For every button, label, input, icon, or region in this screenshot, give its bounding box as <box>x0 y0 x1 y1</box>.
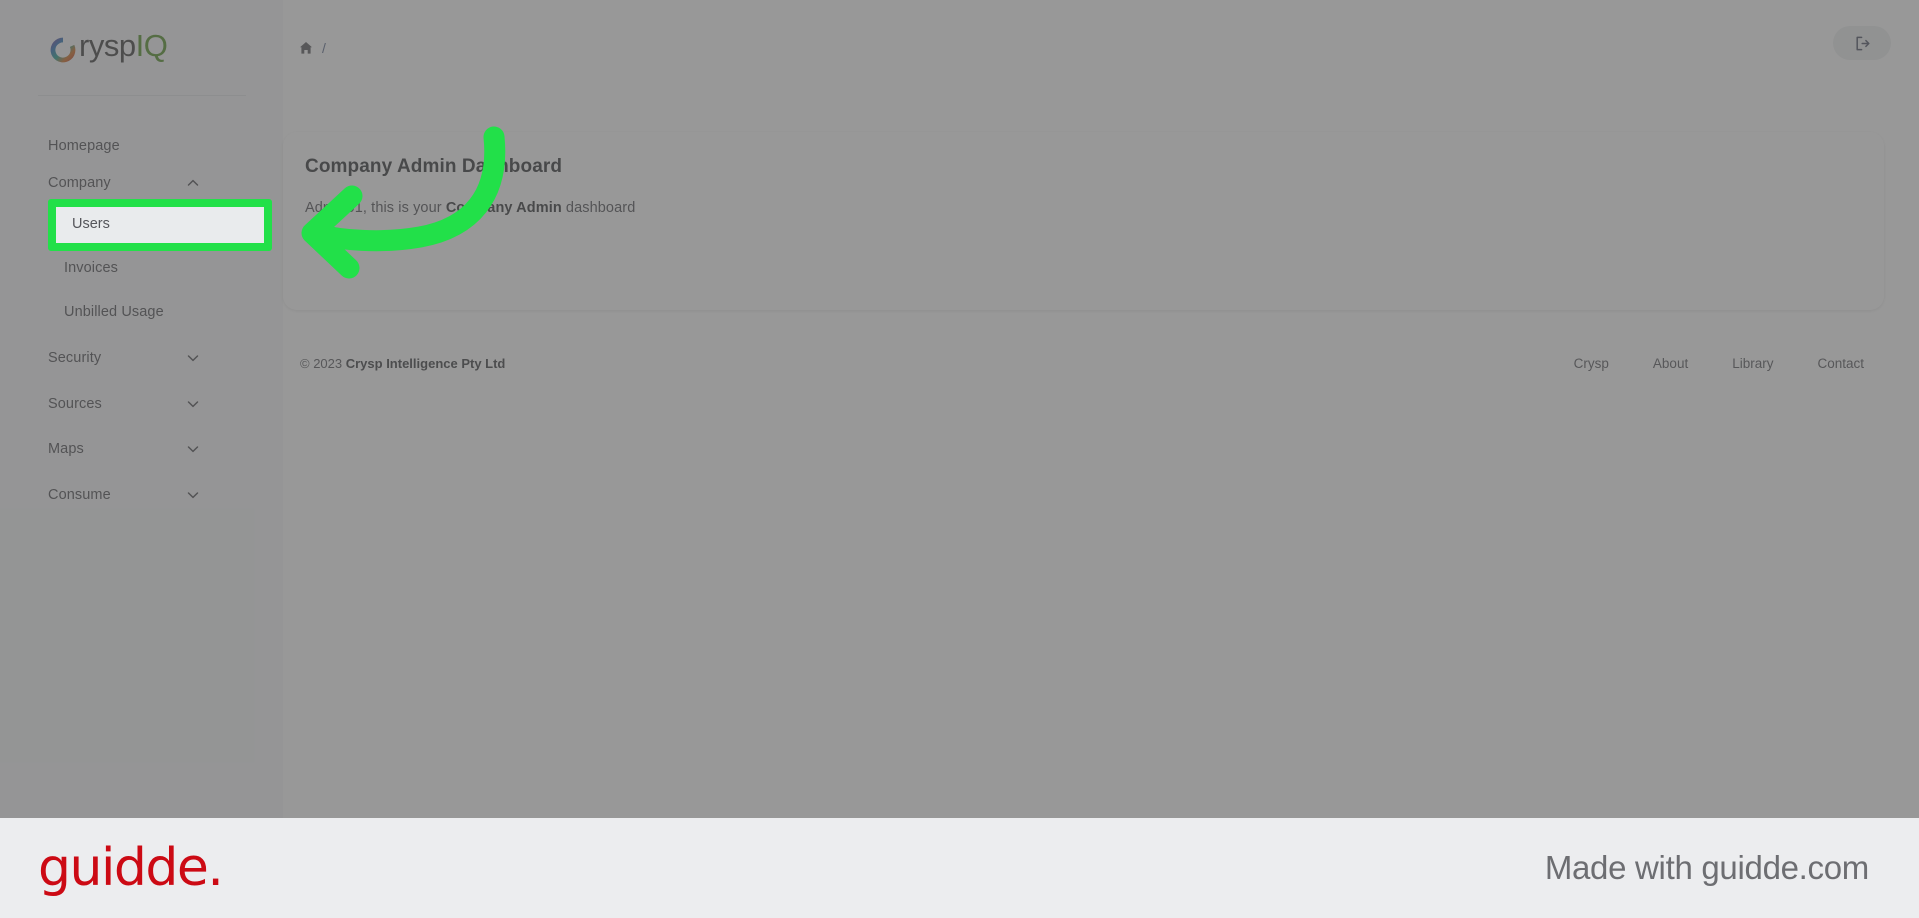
dashboard-card: Company Admin Dashboard Admin01, this is… <box>283 132 1884 310</box>
greeting-prefix: Admin01, this is your <box>305 200 446 216</box>
sidebar-item-label: Users <box>64 217 103 233</box>
curved-arrow-left-icon <box>301 126 506 279</box>
guidde-annotation-layer: Users <box>0 0 1919 818</box>
footer-link-contact[interactable]: Contact <box>1817 356 1864 371</box>
guidde-footer-banner: guidde. Made with guidde.com <box>0 818 1919 918</box>
chevron-down-icon <box>187 352 199 364</box>
sidebar-item-label: Sources <box>48 396 102 412</box>
page-title: Company Admin Dashboard <box>305 156 563 177</box>
application-window: rysp IQ Homepage Company Users Invoices … <box>0 0 1919 818</box>
greeting-suffix: dashboard <box>561 200 636 216</box>
sidebar-navigation: rysp IQ Homepage Company Users Invoices … <box>0 0 283 818</box>
sidebar-item-label: Maps <box>48 441 84 457</box>
logo-text-iq: IQ <box>135 28 168 63</box>
guidde-logo: guidde. <box>38 838 224 898</box>
logo-text-rysp: rysp <box>79 28 136 63</box>
chevron-down-icon <box>187 398 199 410</box>
chevron-down-icon <box>187 443 199 455</box>
chevron-up-icon <box>187 177 199 189</box>
copyright-prefix: © 2023 <box>300 355 346 371</box>
sidebar-divider <box>38 95 246 96</box>
home-icon[interactable] <box>299 41 313 55</box>
chevron-down-icon <box>187 489 199 501</box>
sidebar-item-users[interactable]: Users <box>48 203 258 247</box>
screenshot-dim-overlay <box>0 0 1919 818</box>
sidebar-item-label: Consume <box>48 487 111 503</box>
sidebar-item-unbilled-usage[interactable]: Unbilled Usage <box>0 290 283 334</box>
made-with-guidde-text: Made with guidde.com <box>1544 849 1869 886</box>
footer-links: Crysp About Library Contact <box>1574 356 1864 371</box>
sidebar-item-maps[interactable]: Maps <box>0 427 283 471</box>
breadcrumb: / <box>299 40 326 56</box>
footer-link-library[interactable]: Library <box>1732 356 1773 371</box>
sidebar-item-label: Unbilled Usage <box>64 304 164 320</box>
page-footer: © 2023 Crysp Intelligence Pty Ltd Crysp … <box>283 348 1884 378</box>
sidebar-item-label: Company <box>48 175 111 191</box>
logout-icon <box>1854 35 1871 52</box>
sidebar-item-invoices[interactable]: Invoices <box>0 246 283 290</box>
sidebar-item-label: Homepage <box>48 138 120 154</box>
sidebar-item-security[interactable]: Security <box>0 336 283 380</box>
sidebar-item-label: Security <box>48 350 102 366</box>
copyright-company: Crysp Intelligence Pty Ltd <box>345 355 506 371</box>
crysp-logo-mark-icon <box>48 35 78 65</box>
app-logo[interactable]: rysp IQ <box>48 22 168 70</box>
breadcrumb-separator: / <box>322 40 326 56</box>
logout-button[interactable] <box>1833 26 1891 60</box>
dashboard-greeting: Admin01, this is your Company Admin dash… <box>305 200 635 216</box>
sidebar-item-label: Invoices <box>64 260 118 276</box>
footer-link-about[interactable]: About <box>1653 356 1688 371</box>
copyright-text: © 2023 Crysp Intelligence Pty Ltd <box>300 356 505 371</box>
footer-link-crysp[interactable]: Crysp <box>1574 356 1609 371</box>
sidebar-item-company[interactable]: Company <box>0 161 283 205</box>
greeting-role: Company Admin <box>445 200 562 216</box>
sidebar-item-sources[interactable]: Sources <box>0 382 283 426</box>
sidebar-item-consume[interactable]: Consume <box>0 473 283 517</box>
